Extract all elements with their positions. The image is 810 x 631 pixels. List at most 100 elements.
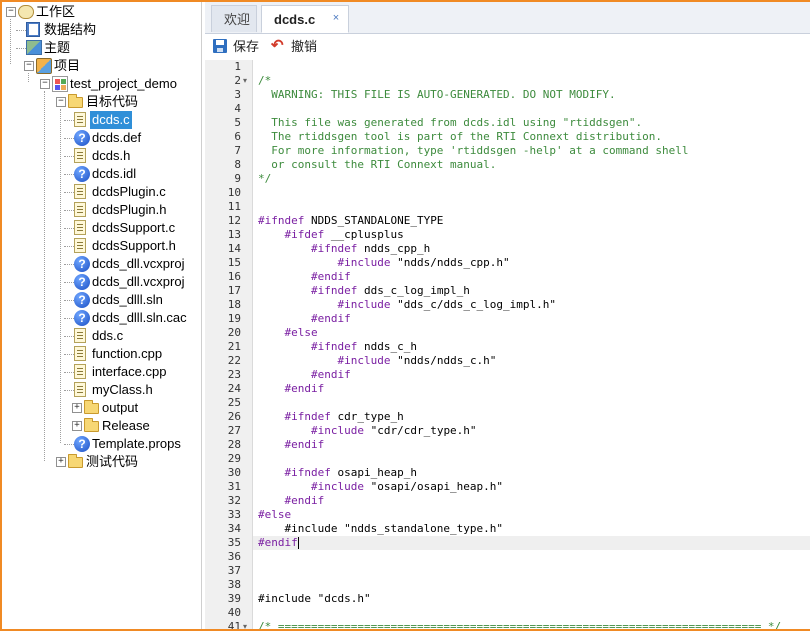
tree-file-interface-cpp[interactable]: interface.cpp — [2, 363, 201, 381]
code-line[interactable]: #endif — [258, 270, 810, 284]
file-icon — [74, 328, 86, 343]
tree-connector-line — [64, 228, 74, 229]
tree-test-project-demo[interactable]: − test_project_demo — [2, 75, 201, 93]
code-line[interactable]: #include "dds_c/dds_c_log_impl.h" — [258, 298, 810, 312]
code-line[interactable]: #ifndef NDDS_STANDALONE_TYPE — [258, 214, 810, 228]
expand-icon[interactable]: + — [72, 421, 82, 431]
tree-connector-line — [64, 336, 74, 337]
code-line[interactable]: For more information, type 'rtiddsgen -h… — [258, 144, 810, 158]
code-line[interactable]: #else — [258, 326, 810, 340]
tree-file-dcds-dll-vcxproj-2[interactable]: ? dcds_dll.vcxproj — [2, 273, 201, 291]
code-line[interactable] — [258, 564, 810, 578]
collapse-icon[interactable]: − — [56, 97, 66, 107]
line-number: 13 — [227, 228, 241, 241]
tree-workspace[interactable]: − 工作区 — [2, 3, 201, 21]
tree-topics[interactable]: 主题 — [2, 39, 201, 57]
code-line[interactable] — [258, 102, 810, 116]
line-number: 39 — [227, 592, 241, 605]
code-line[interactable] — [258, 396, 810, 410]
code-line[interactable]: #include "ndds/ndds_cpp.h" — [258, 256, 810, 270]
tree-file-dcds-dll-vcxproj[interactable]: ? dcds_dll.vcxproj — [2, 255, 201, 273]
code-line[interactable] — [258, 452, 810, 466]
close-tab-icon[interactable]: × — [328, 5, 344, 32]
code-line[interactable]: #ifndef osapi_heap_h — [258, 466, 810, 480]
tree-file-dcdsplugin-h[interactable]: dcdsPlugin.h — [2, 201, 201, 219]
code-line[interactable]: /* =====================================… — [258, 620, 810, 629]
code-line[interactable]: or consult the RTI Connext manual. — [258, 158, 810, 172]
project-tree[interactable]: − 工作区 数据结构 主题 − 项目 − test_project_demo − 目标代码 dcds… — [2, 2, 202, 629]
tree-file-dcds-c[interactable]: dcds.c — [2, 111, 201, 129]
preprocessor-directive: #include — [337, 354, 391, 367]
tree-file-dcdsplugin-c[interactable]: dcdsPlugin.c — [2, 183, 201, 201]
line-number: 26 — [227, 410, 241, 423]
code-line[interactable] — [258, 200, 810, 214]
fold-toggle-icon[interactable]: ▾ — [243, 74, 251, 88]
code-line[interactable]: #ifndef cdr_type_h — [258, 410, 810, 424]
tree-item-label: dcds_dlll.sln.cac — [92, 310, 187, 325]
code-line[interactable]: #include "dcds.h" — [258, 592, 810, 606]
collapse-icon[interactable]: − — [6, 7, 16, 17]
folder-icon — [84, 400, 99, 414]
expand-icon[interactable]: + — [72, 403, 82, 413]
tree-file-function-cpp[interactable]: function.cpp — [2, 345, 201, 363]
code-line[interactable]: #else — [258, 508, 810, 522]
tree-file-dcds-idl[interactable]: ? dcds.idl — [2, 165, 201, 183]
tree-item-label: dcdsPlugin.c — [92, 184, 166, 199]
code-line[interactable] — [258, 606, 810, 620]
tree-data-structures[interactable]: 数据结构 — [2, 21, 201, 39]
code-line[interactable]: #ifdef __cplusplus — [258, 228, 810, 242]
undo-label: 撤销 — [291, 39, 318, 54]
tree-folder-output[interactable]: + output — [2, 399, 201, 417]
expand-icon[interactable]: + — [56, 457, 66, 467]
code-line[interactable] — [258, 578, 810, 592]
collapse-icon[interactable]: − — [40, 79, 50, 89]
tree-projects[interactable]: − 项目 — [2, 57, 201, 75]
tree-folder-release[interactable]: + Release — [2, 417, 201, 435]
tree-connector-line — [16, 30, 26, 31]
tab-welcome[interactable]: 欢迎 — [211, 5, 257, 32]
code-line[interactable]: #include "ndds_standalone_type.h" — [258, 522, 810, 536]
tree-test-code[interactable]: + 测试代码 — [2, 453, 201, 471]
code-line[interactable] — [258, 60, 810, 74]
preprocessor-directive: #include — [337, 298, 391, 311]
code-line[interactable]: /* — [258, 74, 810, 88]
tree-item-label: dcdsSupport.c — [92, 220, 176, 235]
code-line[interactable]: WARNING: THIS FILE IS AUTO-GENERATED. DO… — [258, 88, 810, 102]
fold-toggle-icon[interactable]: ▾ — [243, 620, 251, 629]
code-line[interactable]: This file was generated from dcds.idl us… — [258, 116, 810, 130]
code-line[interactable]: #include "cdr/cdr_type.h" — [258, 424, 810, 438]
code-line[interactable]: #ifndef ndds_c_h — [258, 340, 810, 354]
tree-item-label: output — [102, 400, 139, 415]
tree-connector-line — [64, 282, 74, 283]
tree-file-myclass-h[interactable]: myClass.h — [2, 381, 201, 399]
code-line[interactable]: #endif — [258, 312, 810, 326]
code-line[interactable]: #include "ndds/ndds_c.h" — [258, 354, 810, 368]
collapse-icon[interactable]: − — [24, 61, 34, 71]
code-line[interactable]: #endif — [258, 494, 810, 508]
tree-file-dds-c[interactable]: dds.c — [2, 327, 201, 345]
tree-file-dcds-h[interactable]: dcds.h — [2, 147, 201, 165]
code-line[interactable]: */ — [258, 172, 810, 186]
preprocessor-directive: #endif — [284, 438, 325, 451]
code-line[interactable]: #include "osapi/osapi_heap.h" — [258, 480, 810, 494]
code-line[interactable]: #endif — [258, 536, 810, 550]
code-line[interactable]: #endif — [258, 382, 810, 396]
preprocessor-directive: #else — [258, 508, 292, 521]
code-line[interactable]: #endif — [258, 438, 810, 452]
tree-target-code[interactable]: − 目标代码 — [2, 93, 201, 111]
tree-file-template-props[interactable]: ? Template.props — [2, 435, 201, 453]
tree-file-dcds-dlll-sln[interactable]: ? dcds_dlll.sln — [2, 291, 201, 309]
tree-file-dcdssupport-c[interactable]: dcdsSupport.c — [2, 219, 201, 237]
code-text: #include "dcds.h" — [258, 592, 371, 605]
tree-file-dcds-def[interactable]: ? dcds.def — [2, 129, 201, 147]
code-line[interactable]: #endif — [258, 368, 810, 382]
code-line[interactable]: The rtiddsgen tool is part of the RTI Co… — [258, 130, 810, 144]
code-line[interactable] — [258, 550, 810, 564]
code-line[interactable] — [258, 186, 810, 200]
tree-file-dcds-dlll-sln-cache[interactable]: ? dcds_dlll.sln.cac — [2, 309, 201, 327]
code-editor[interactable]: 1 2 ▾ 3 4 5 6 7 8 9 10 11 12 13 14 15 16 17 18 19 20 21 22 23 24… — [205, 60, 810, 629]
tree-file-dcdssupport-h[interactable]: dcdsSupport.h — [2, 237, 201, 255]
code-line[interactable]: #ifndef ndds_cpp_h — [258, 242, 810, 256]
code-line[interactable]: #ifndef dds_c_log_impl_h — [258, 284, 810, 298]
tree-item-label: function.cpp — [92, 346, 163, 361]
